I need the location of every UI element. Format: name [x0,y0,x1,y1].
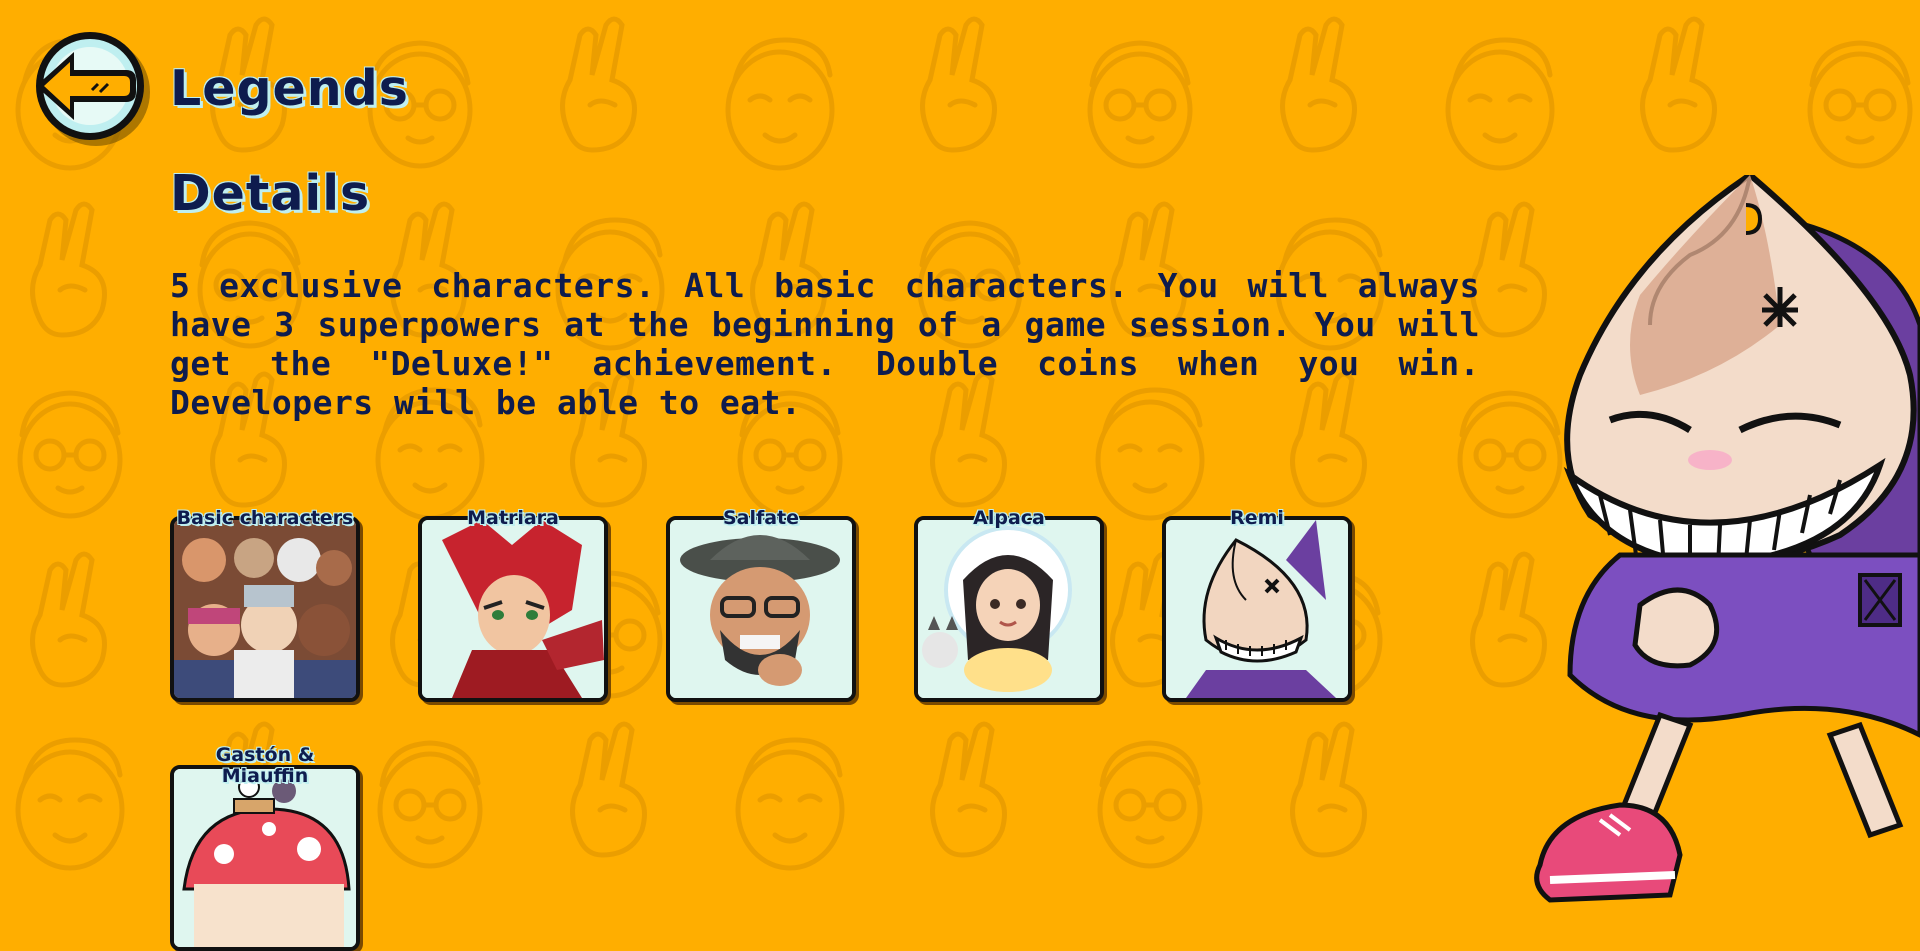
details-description: 5 exclusive characters. All basic charac… [170,266,1480,422]
back-arrow-icon [36,32,150,146]
character-card-alpaca[interactable]: Alpaca [914,507,1104,702]
character-card-remi[interactable]: Remi [1162,507,1352,702]
card-label: Matriara [467,507,559,529]
character-card-matriara[interactable]: Matriara [418,507,608,702]
character-card-basic[interactable]: Basic characters [170,507,360,702]
section-title: Details [170,165,371,222]
basic-characters-portrait [174,520,356,698]
back-button[interactable] [30,28,152,146]
page-title: Legends [170,60,409,117]
character-card-gaston[interactable]: Gastón & Miauffin [170,744,360,951]
salfate-portrait [670,520,852,698]
alpaca-portrait [918,520,1100,698]
card-label: Alpaca [973,507,1045,529]
remi-character-illustration [1534,175,1920,903]
card-label: Gastón & Miauffin [215,744,315,787]
card-label: Remi [1230,507,1284,529]
card-label: Salfate [722,507,800,529]
card-label: Basic characters [176,507,354,529]
matriara-portrait [422,520,604,698]
remi-portrait [1166,520,1348,698]
character-card-salfate[interactable]: Salfate [666,507,856,702]
gaston-miauffin-portrait [174,769,356,947]
